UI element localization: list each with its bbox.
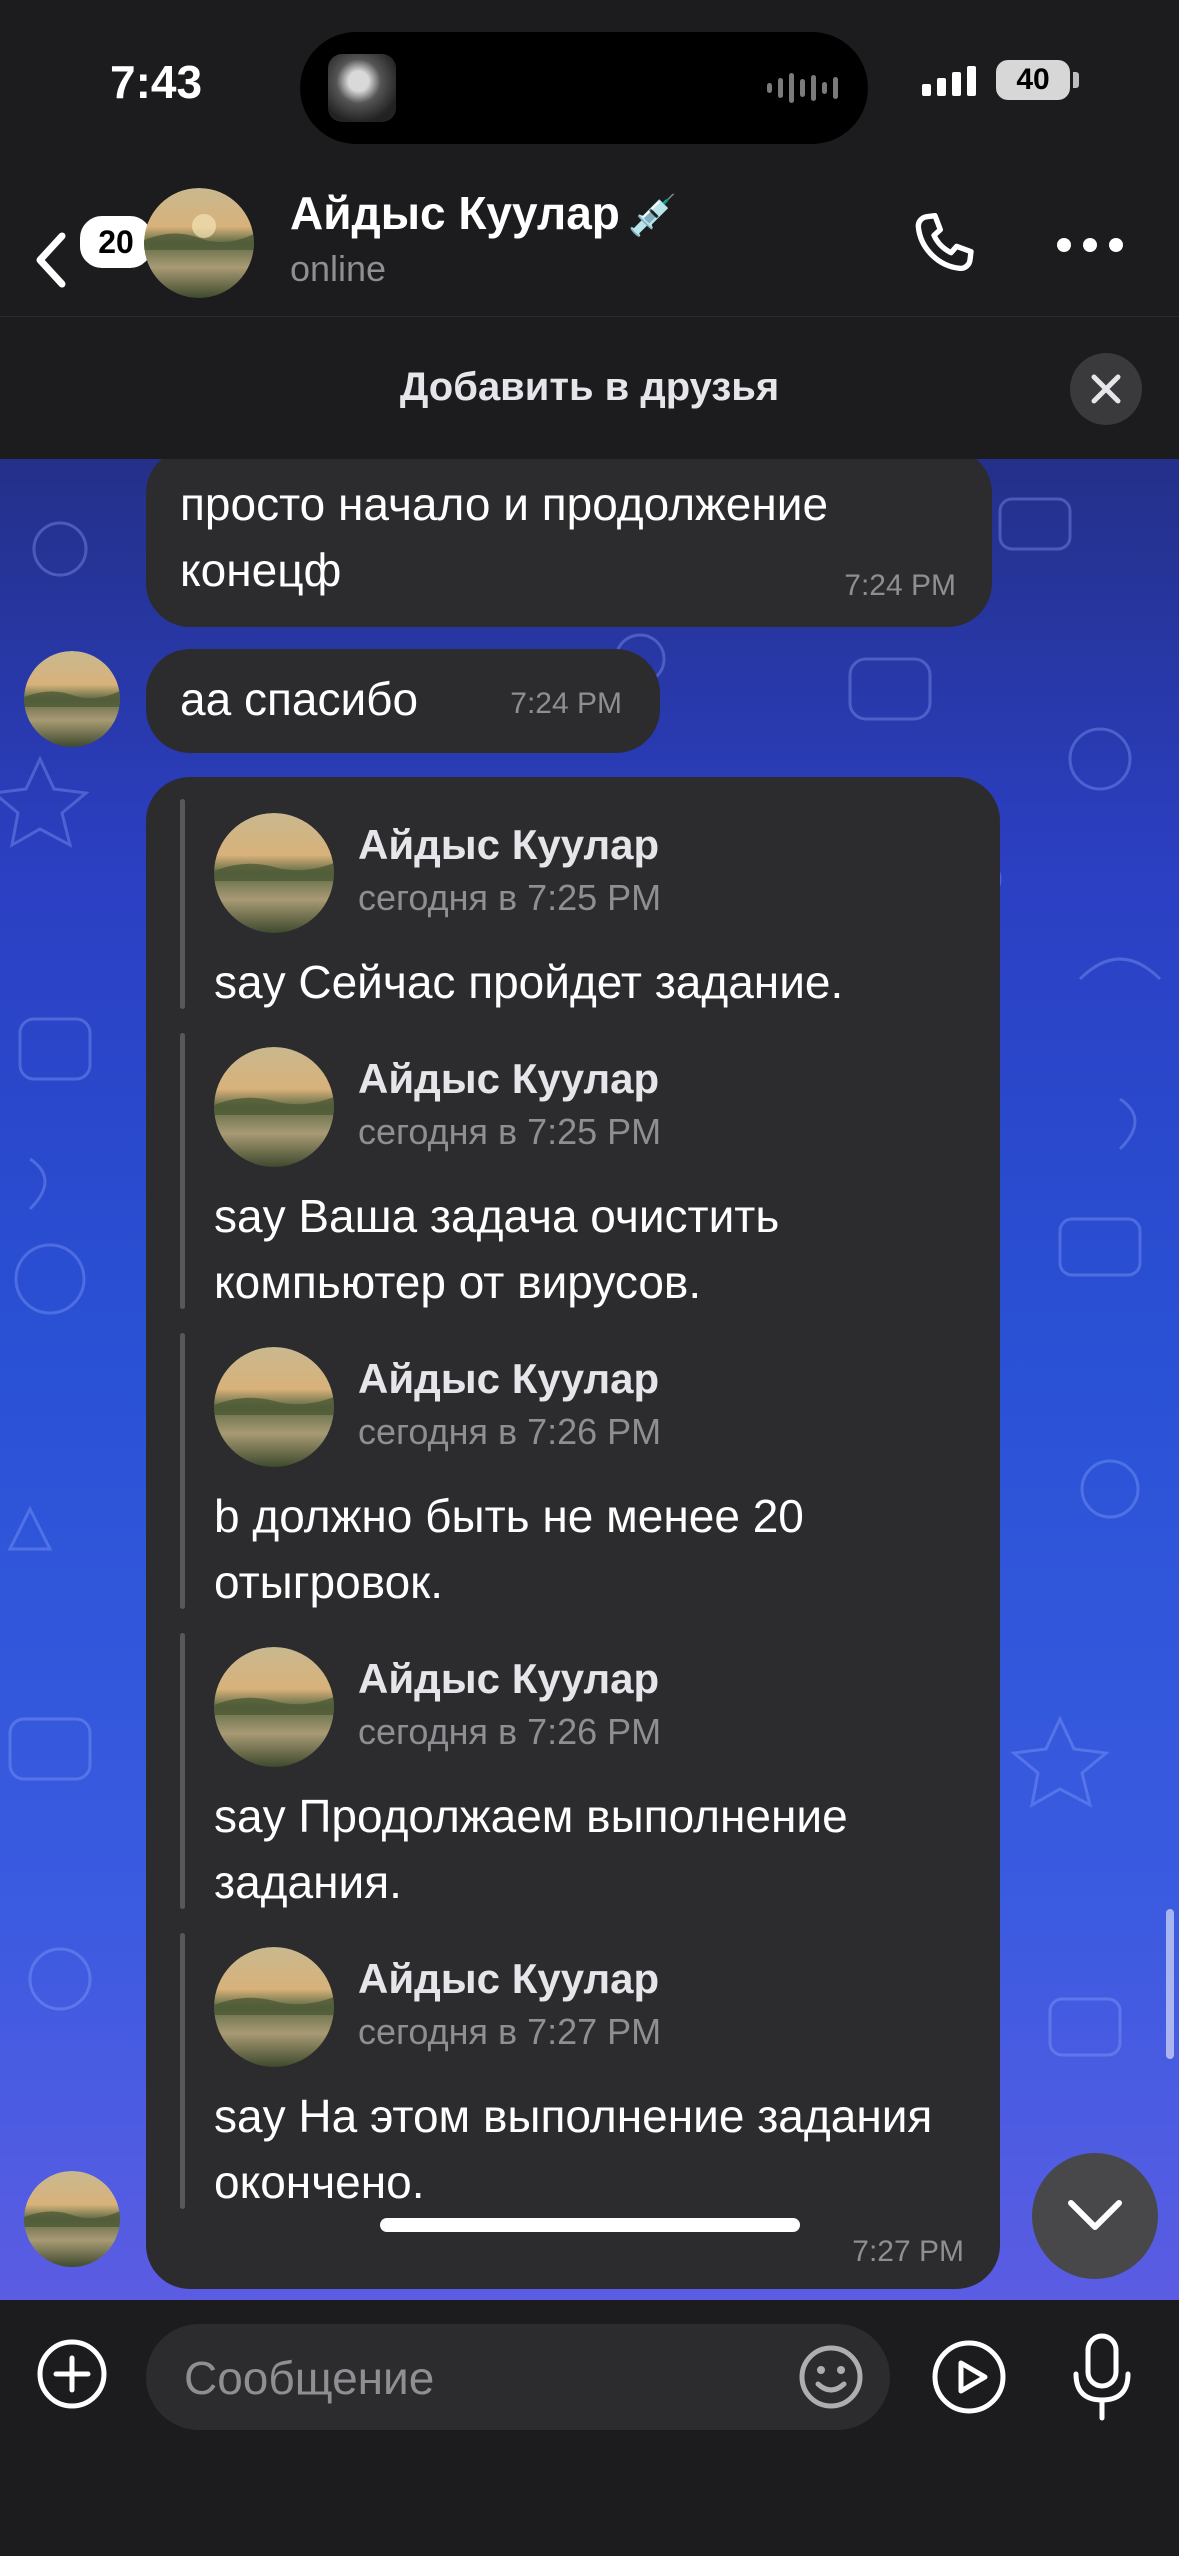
- forwarded-text: say На этом выполнение задания окончено.: [214, 2090, 933, 2208]
- forwarded-text: say Сейчас пройдет задание.: [214, 956, 844, 1008]
- message-field[interactable]: [146, 2324, 890, 2432]
- forwarded-message[interactable]: Айдыс Куулар сегодня в 7:26 PM b должно …: [180, 1333, 970, 1609]
- chevron-down-icon: [1068, 2200, 1122, 2230]
- forward-quote-bar: [180, 1633, 185, 1909]
- forwarded-sender-name: Айдыс Куулар: [358, 1055, 660, 1102]
- back-button[interactable]: 20: [28, 200, 156, 290]
- attach-button[interactable]: [36, 2338, 108, 2410]
- forwarded-message[interactable]: Айдыс Куулар сегодня в 7:26 PM say Продо…: [180, 1633, 970, 1909]
- cellular-signal-icon: [922, 66, 976, 96]
- forwarded-text: say Ваша задача очистить компьютер от ви…: [214, 1190, 780, 1308]
- status-bar: 7:43 40: [0, 0, 1179, 170]
- forwarded-date: сегодня в 7:26 PM: [358, 1411, 662, 1452]
- audio-waveform-icon: [767, 70, 838, 106]
- more-horizontal-icon: [1057, 238, 1123, 252]
- forwarded-text: say Продолжаем выполнение задания.: [214, 1790, 848, 1908]
- message-time: 7:24 PM: [510, 687, 622, 720]
- forwarded-text: b должно быть не менее 20 отыгровок.: [214, 1490, 804, 1608]
- add-friend-button[interactable]: Добавить в друзья: [0, 365, 1179, 410]
- add-friend-bar: Добавить в друзья: [0, 317, 1179, 459]
- battery-tip: [1073, 72, 1079, 88]
- battery-icon: 40: [996, 60, 1070, 100]
- forwarded-date: сегодня в 7:25 PM: [358, 1111, 662, 1152]
- forwarded-sender-avatar: [214, 813, 334, 933]
- scroll-to-bottom-button[interactable]: [1032, 2153, 1158, 2279]
- scrollbar[interactable]: [1166, 1909, 1174, 2059]
- message-time: 7:24 PM: [844, 569, 956, 602]
- forwarded-sender-name: Айдыс Куулар: [358, 1955, 660, 2002]
- contact-name-text: Айдыс Куулар: [290, 187, 620, 239]
- status-time: 7:43: [110, 56, 203, 108]
- smile-icon: [799, 2345, 863, 2409]
- message-composer: [0, 2300, 1179, 2556]
- voice-message-button[interactable]: [1064, 2330, 1140, 2426]
- forward-quote-bar: [180, 799, 185, 1009]
- microphone-icon: [1073, 2333, 1131, 2421]
- forwarded-message[interactable]: Айдыс Куулар сегодня в 7:25 PM say Сейча…: [180, 799, 970, 1009]
- forwarded-message[interactable]: Айдыс Куулар сегодня в 7:27 PM say На эт…: [180, 1933, 970, 2209]
- forwarded-date: сегодня в 7:27 PM: [358, 2011, 662, 2052]
- chat-area[interactable]: просто начало и продолжение конецф 7:24 …: [0, 459, 1179, 2300]
- plus-circle-icon: [37, 2339, 107, 2409]
- phone-icon: [915, 213, 974, 271]
- call-button[interactable]: [905, 205, 985, 285]
- message-bubble[interactable]: просто начало и продолжение конецф 7:24 …: [146, 459, 992, 627]
- forwarded-sender-avatar: [214, 1647, 334, 1767]
- home-indicator[interactable]: [380, 2218, 800, 2232]
- forwarded-sender-avatar: [214, 1947, 334, 2067]
- more-button[interactable]: [1050, 220, 1130, 270]
- now-playing-thumbnail: [328, 54, 396, 122]
- dynamic-island[interactable]: [300, 32, 868, 144]
- message-bubble[interactable]: аа спасибо 7:24 PM: [146, 649, 660, 753]
- dismiss-add-friend-button[interactable]: [1070, 353, 1142, 425]
- forwarded-sender-avatar: [214, 1047, 334, 1167]
- contact-avatar[interactable]: [144, 188, 254, 298]
- video-message-button[interactable]: [930, 2338, 1008, 2416]
- message-input[interactable]: [182, 2324, 726, 2432]
- forwarded-sender-name: Айдыс Куулар: [358, 1355, 660, 1402]
- forward-quote-bar: [180, 1933, 185, 2209]
- forwarded-date: сегодня в 7:26 PM: [358, 1711, 662, 1752]
- sender-avatar[interactable]: [24, 2171, 120, 2267]
- forwarded-message[interactable]: Айдыс Куулар сегодня в 7:25 PM say Ваша …: [180, 1033, 970, 1309]
- forwarded-sender-name: Айдыс Куулар: [358, 821, 660, 868]
- chat-header: 20 Айдыс Куулар 💉 online: [0, 170, 1179, 317]
- message-time: 7:27 PM: [852, 2235, 964, 2268]
- forwarded-sender-avatar: [214, 1347, 334, 1467]
- close-icon: [1091, 374, 1121, 404]
- forward-quote-bar: [180, 1333, 185, 1609]
- message-text: просто начало и продолжение конецф: [180, 478, 829, 596]
- forward-quote-bar: [180, 1033, 185, 1309]
- chevron-left-icon: [36, 232, 66, 288]
- contact-status: online: [290, 248, 387, 289]
- forwarded-sender-name: Айдыс Куулар: [358, 1655, 660, 1702]
- sender-avatar[interactable]: [24, 651, 120, 747]
- emoji-button[interactable]: [796, 2342, 866, 2412]
- contact-name[interactable]: Айдыс Куулар 💉: [290, 186, 678, 240]
- forwarded-date: сегодня в 7:25 PM: [358, 877, 662, 918]
- play-circle-icon: [932, 2340, 1006, 2414]
- syringe-emoji: 💉: [627, 194, 678, 238]
- forwarded-messages-bubble[interactable]: Айдыс Куулар сегодня в 7:25 PM say Сейча…: [146, 777, 1000, 2289]
